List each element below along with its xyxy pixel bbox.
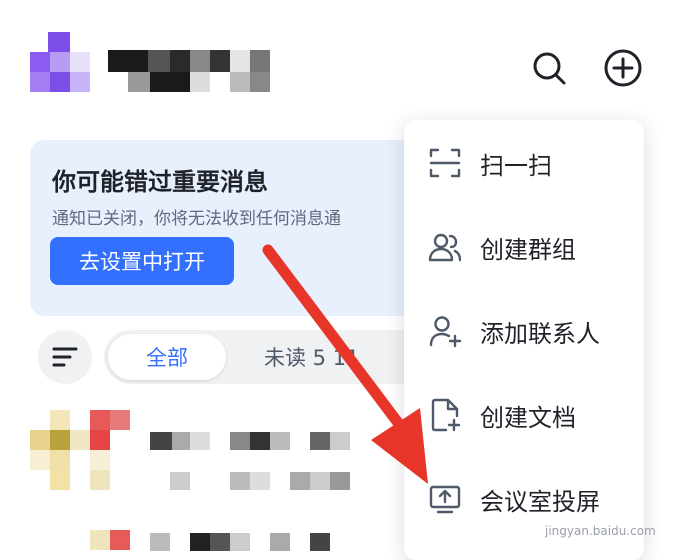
create-group-icon	[428, 233, 462, 262]
plus-circle-icon	[604, 49, 642, 87]
menu-item-label: 会议室投屏	[480, 488, 600, 516]
tab-unread[interactable]: 未读 5 11	[264, 342, 359, 372]
menu-item-create-document[interactable]: 创建文档	[404, 372, 644, 456]
screen-share-icon	[429, 485, 461, 514]
watermark: jingyan.baidu.com	[545, 524, 656, 538]
open-settings-button[interactable]: 去设置中打开	[50, 237, 234, 285]
menu-item-label: 创建文档	[480, 404, 576, 432]
banner-description: 通知已关闭，你将无法收到任何消息通	[52, 209, 341, 229]
menu-item-create-group[interactable]: 创建群组	[404, 204, 644, 288]
menu-item-scan[interactable]: 扫一扫	[404, 120, 644, 204]
banner-title: 你可能错过重要消息	[52, 168, 268, 196]
menu-item-label: 扫一扫	[480, 152, 552, 180]
message-filter-tabs: 全部 未读 5 11	[104, 330, 444, 384]
list-filter-icon	[52, 347, 78, 367]
scan-icon	[429, 148, 461, 178]
user-name	[108, 50, 272, 92]
list-item[interactable]	[30, 410, 400, 490]
menu-item-add-contact[interactable]: 添加联系人	[404, 288, 644, 372]
avatar[interactable]	[30, 32, 92, 92]
quick-action-menu: 扫一扫 创建群组 添加联系人 创建文档 会议室投屏	[404, 120, 644, 560]
add-contact-icon	[429, 316, 462, 348]
menu-item-label: 添加联系人	[480, 320, 600, 348]
filter-button[interactable]	[38, 330, 92, 384]
tab-all[interactable]: 全部	[108, 334, 226, 380]
add-button[interactable]	[603, 48, 643, 88]
avatar	[30, 410, 130, 490]
search-icon	[533, 52, 566, 85]
search-button[interactable]	[529, 48, 569, 88]
create-document-icon	[431, 398, 461, 432]
menu-item-label: 创建群组	[480, 236, 576, 264]
list-item[interactable]	[30, 525, 400, 555]
